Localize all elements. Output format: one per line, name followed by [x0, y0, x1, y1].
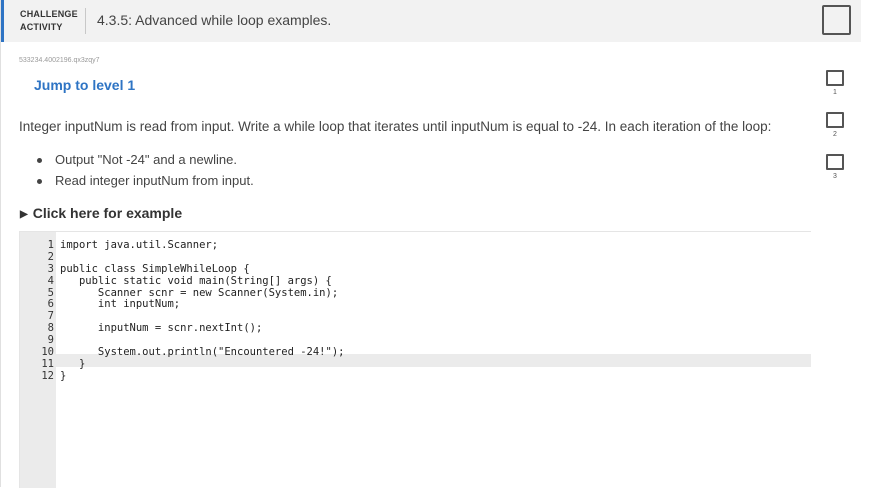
- code-editor[interactable]: 1 2 3 4 5 6 7 8 9 10 11 12 import java.u…: [19, 231, 811, 488]
- instructions-list: Output "Not -24" and a newline. Read int…: [35, 151, 254, 193]
- activity-header: CHALLENGE ACTIVITY 4.3.5: Advanced while…: [1, 0, 861, 42]
- code-line[interactable]: }: [60, 358, 811, 371]
- level-number: 3: [833, 173, 837, 180]
- level-number: 1: [833, 89, 837, 96]
- code-line[interactable]: inputNum = scnr.nextInt();: [60, 322, 811, 335]
- activity-type-line2: ACTIVITY: [20, 22, 63, 32]
- list-item: Output "Not -24" and a newline.: [35, 151, 254, 172]
- line-number: 12: [41, 369, 54, 382]
- header-accent-bar: [1, 0, 4, 42]
- code-line[interactable]: }: [60, 370, 811, 383]
- activity-type-label: CHALLENGE ACTIVITY: [20, 8, 78, 34]
- example-toggle-label: Click here for example: [32, 205, 183, 221]
- level-3-indicator[interactable]: [826, 154, 844, 170]
- code-line[interactable]: public static void main(String[] args) {: [60, 275, 811, 288]
- code-line[interactable]: import java.util.Scanner;: [60, 239, 811, 252]
- line-number: 4: [47, 274, 54, 287]
- code-line[interactable]: public class SimpleWhileLoop {: [60, 263, 811, 276]
- activity-id: 533234.4002196.qx3zqy7: [19, 57, 100, 64]
- code-line[interactable]: [60, 252, 811, 264]
- code-line[interactable]: System.out.println("Encountered -24!");: [60, 346, 811, 359]
- activity-title: 4.3.5: Advanced while loop examples.: [97, 12, 332, 28]
- code-line[interactable]: int inputNum;: [60, 299, 811, 311]
- example-toggle[interactable]: ▶ Click here for example: [20, 205, 182, 221]
- activity-type-line1: CHALLENGE: [20, 9, 78, 19]
- code-text[interactable]: import java.util.Scanner; public class S…: [60, 239, 811, 383]
- line-numbers: 1 2 3 4 5 6 7 8 9 10 11 12: [20, 239, 54, 383]
- level-2-indicator[interactable]: [826, 112, 844, 128]
- line-number: 11: [41, 357, 54, 370]
- header-divider: [85, 8, 86, 34]
- challenge-activity-panel: CHALLENGE ACTIVITY 4.3.5: Advanced while…: [0, 0, 861, 488]
- line-number: 2: [47, 250, 54, 263]
- line-number: 3: [47, 262, 54, 275]
- completion-status-icon: [822, 5, 851, 35]
- level-number: 2: [833, 131, 837, 138]
- level-1-indicator[interactable]: [826, 70, 844, 86]
- triangle-right-icon: ▶: [20, 209, 28, 220]
- instructions-text: Integer inputNum is read from input. Wri…: [19, 119, 772, 134]
- list-item: Read integer inputNum from input.: [35, 172, 254, 193]
- jump-to-level-link[interactable]: Jump to level 1: [34, 77, 135, 93]
